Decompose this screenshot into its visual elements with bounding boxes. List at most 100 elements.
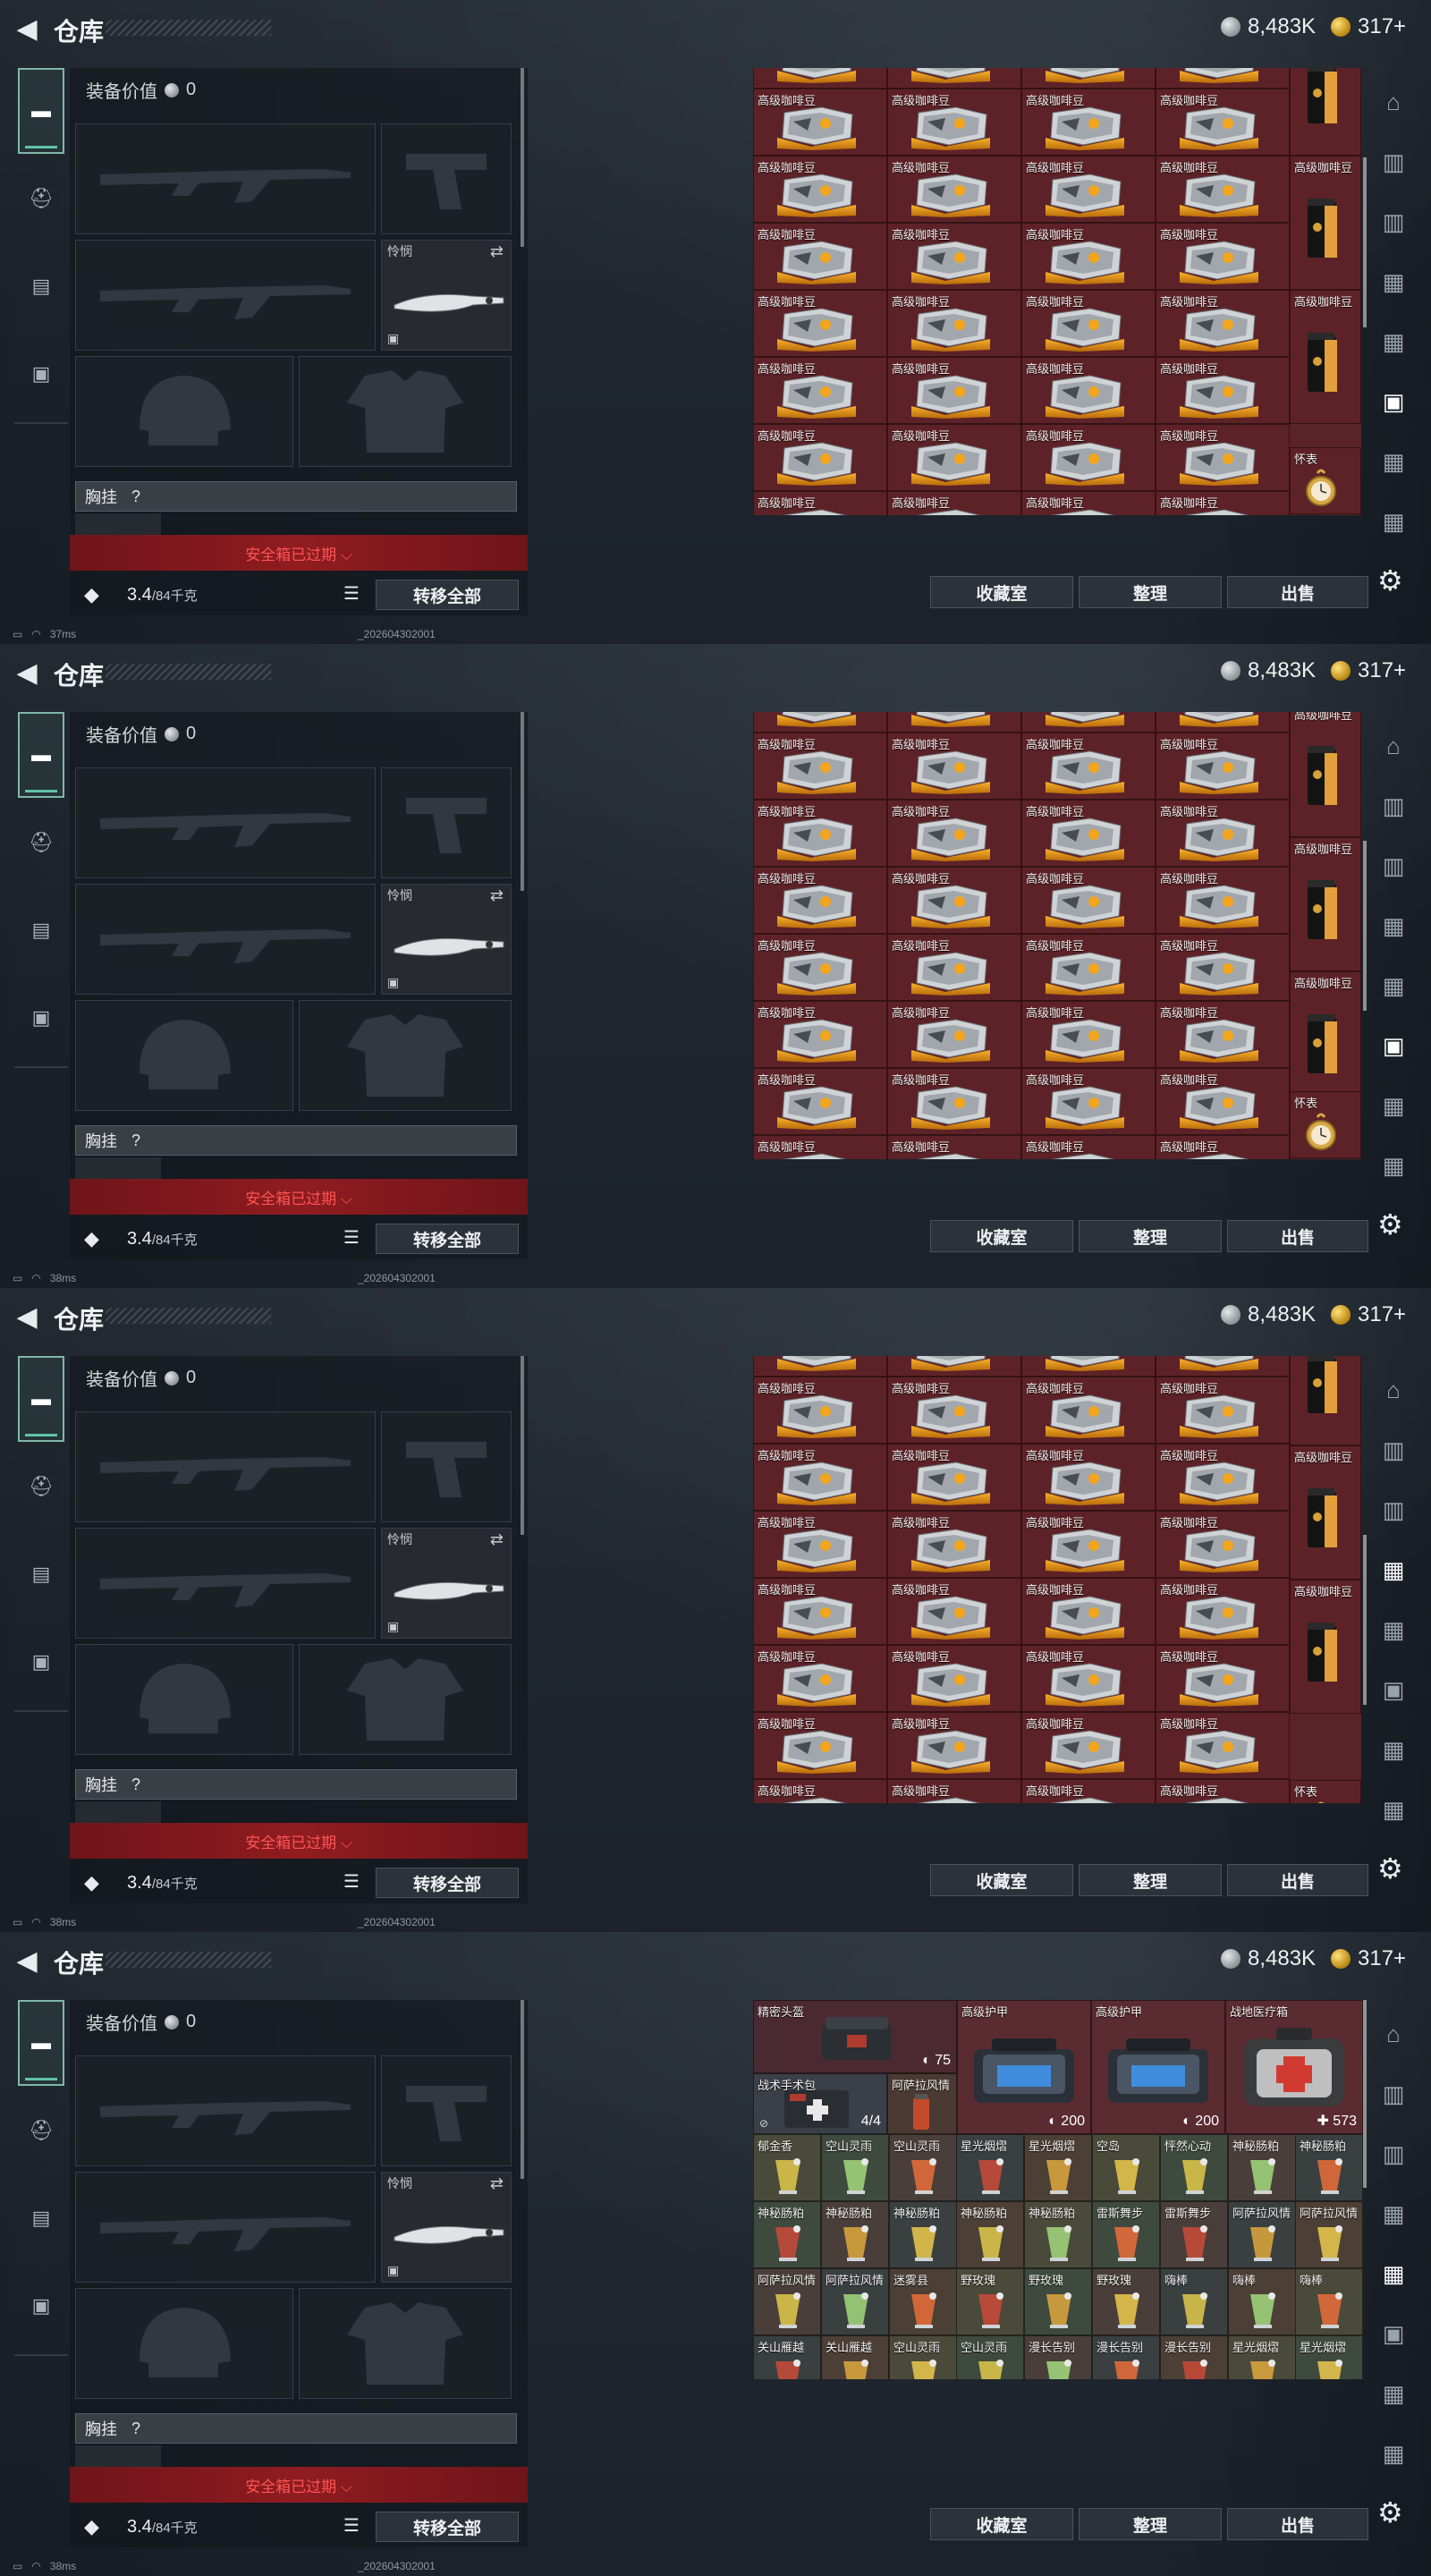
sell-button[interactable]: 出售	[1227, 1864, 1368, 1896]
stash-page-5-icon[interactable]: ▣	[1376, 1028, 1411, 1063]
stash-item[interactable]: 高级咖啡豆	[1021, 733, 1156, 800]
stash-item[interactable]: 雷斯舞步	[1160, 2201, 1228, 2268]
stash-item[interactable]: 空山灵雨	[956, 2335, 1024, 2379]
safe-box-expired-banner[interactable]: 安全箱已过期 ⌵	[70, 1823, 528, 1859]
stash-item[interactable]: 高级咖啡豆	[1156, 1444, 1290, 1511]
stash-item[interactable]: 高级咖啡豆	[753, 800, 887, 867]
rail-tab-helmet[interactable]: ⛑	[18, 156, 64, 242]
helmet-slot[interactable]	[75, 1000, 293, 1111]
stash-item[interactable]: 高级咖啡豆	[887, 424, 1021, 491]
stash-item[interactable]: 星光烟熠	[956, 2134, 1024, 2201]
stash-item[interactable]: 高级咖啡豆	[1156, 1779, 1290, 1803]
stash-item[interactable]: 神秘肠粕	[821, 2201, 889, 2268]
stash-item[interactable]: 高级咖啡豆	[753, 934, 887, 1001]
silver-currency[interactable]: 8,483K	[1221, 14, 1316, 39]
stash-item[interactable]: 阿萨拉风情	[1295, 2201, 1363, 2268]
stash-item[interactable]: 高级咖啡豆	[887, 934, 1021, 1001]
stash-item[interactable]: 神秘肠粕	[889, 2201, 957, 2268]
settings-gear-icon[interactable]: ⚙	[1377, 1852, 1403, 1885]
secondary-weapon-slot[interactable]	[75, 240, 376, 351]
stash-item[interactable]: 高级咖啡豆	[1021, 491, 1156, 515]
collection-room-button[interactable]: 收藏室	[930, 2508, 1073, 2540]
rail-tab-gun[interactable]: ▬	[18, 2000, 64, 2086]
chest-rig-slot[interactable]: 胸挂?	[75, 2413, 517, 2444]
home-icon[interactable]: ⌂	[1376, 728, 1411, 764]
stash-item[interactable]: 高级咖啡豆	[1021, 68, 1156, 89]
stash-item[interactable]: 高级咖啡豆	[887, 1578, 1021, 1645]
collection-room-button[interactable]: 收藏室	[930, 1864, 1073, 1896]
sort-button[interactable]: 整理	[1079, 2508, 1222, 2540]
stash-item[interactable]: 高级咖啡豆	[1021, 1377, 1156, 1444]
stash-item[interactable]: 关山雁越	[753, 2335, 821, 2379]
swap-icon[interactable]: ⇄	[490, 1530, 504, 1549]
chest-rig-slot[interactable]: 胸挂?	[75, 1125, 517, 1156]
back-arrow-icon[interactable]: ◀	[13, 658, 41, 688]
stash-item[interactable]: 嗨棒	[1160, 2268, 1228, 2335]
helmet-slot[interactable]	[75, 2288, 293, 2399]
stash-item[interactable]: 高级咖啡豆	[753, 1135, 887, 1159]
primary-weapon-slot[interactable]	[75, 1411, 376, 1522]
stash-item[interactable]: 星光烟熠	[1228, 2335, 1296, 2379]
stash-item[interactable]: 高级咖啡豆	[1156, 491, 1290, 515]
pistol-slot[interactable]	[381, 1411, 512, 1522]
home-icon[interactable]: ⌂	[1376, 84, 1411, 120]
gold-currency[interactable]: 317+	[1331, 1946, 1406, 1971]
stash-item[interactable]: 神秘肠粕	[956, 2201, 1024, 2268]
back-arrow-icon[interactable]: ◀	[13, 14, 41, 44]
list-icon[interactable]: ☰	[340, 581, 363, 605]
stash-item[interactable]: 高级咖啡豆	[753, 223, 887, 290]
pistol-slot[interactable]	[381, 123, 512, 234]
stash-item[interactable]: 高级咖啡豆	[1156, 424, 1290, 491]
stash-item[interactable]: 阿萨拉风情	[887, 2073, 957, 2134]
stash-page-2-icon[interactable]: ▥	[1376, 1492, 1411, 1528]
stash-item[interactable]: 高级咖啡豆	[753, 1511, 887, 1578]
stash-item[interactable]: 高级咖啡豆	[1021, 1779, 1156, 1803]
rail-tab-clipboard[interactable]: ▤	[18, 1531, 64, 1617]
stash-item[interactable]: 战术手术包 4/4 ⊘	[753, 2073, 887, 2134]
rail-tab-clipboard[interactable]: ▤	[18, 243, 64, 329]
stash-page-3-icon[interactable]: ▦	[1376, 908, 1411, 944]
stash-item[interactable]: 高级咖啡豆	[1290, 971, 1361, 1106]
stash-page-7-icon[interactable]: ▦	[1376, 1792, 1411, 1827]
gold-currency[interactable]: 317+	[1331, 14, 1406, 39]
stash-item[interactable]: 高级咖啡豆	[887, 357, 1021, 424]
stash-item[interactable]: 高级咖啡豆	[753, 1068, 887, 1135]
stash-item[interactable]: 高级咖啡豆	[1156, 357, 1290, 424]
sort-button[interactable]: 整理	[1079, 1220, 1222, 1252]
collection-room-button[interactable]: 收藏室	[930, 1220, 1073, 1252]
stash-page-2-icon[interactable]: ▥	[1376, 2136, 1411, 2172]
stash-item[interactable]: 高级咖啡豆	[1021, 89, 1156, 156]
stash-item[interactable]: 阿萨拉风情	[753, 2268, 821, 2335]
stash-item[interactable]: 星光烟熠	[1024, 2134, 1092, 2201]
armor-slot[interactable]	[299, 356, 512, 467]
stash-item[interactable]: 嗨棒	[1295, 2268, 1363, 2335]
stash-item[interactable]: 高级咖啡豆	[1290, 1445, 1361, 1580]
rail-tab-gun[interactable]: ▬	[18, 1356, 64, 1442]
stash-item[interactable]: 漫长告别	[1092, 2335, 1160, 2379]
primary-weapon-slot[interactable]	[75, 123, 376, 234]
equipment-scrollbar[interactable]	[521, 2000, 524, 2179]
stash-scrollbar[interactable]	[1363, 841, 1367, 1011]
settings-gear-icon[interactable]: ⚙	[1377, 1208, 1403, 1241]
stash-item[interactable]: 高级咖啡豆	[1021, 1511, 1156, 1578]
stash-item[interactable]: 高级咖啡豆	[1156, 1356, 1290, 1377]
stash-page-6-icon[interactable]: ▦	[1376, 1088, 1411, 1123]
stash-item[interactable]: 高级咖啡豆	[1156, 89, 1290, 156]
stash-item[interactable]: 高级咖啡豆	[753, 89, 887, 156]
stash-item[interactable]: 高级咖啡豆	[1021, 1712, 1156, 1779]
stash-item[interactable]: 高级咖啡豆	[1156, 223, 1290, 290]
stash-page-2-icon[interactable]: ▥	[1376, 204, 1411, 240]
stash-item[interactable]: 高级咖啡豆	[887, 1068, 1021, 1135]
stash-item[interactable]: 高级咖啡豆	[887, 1712, 1021, 1779]
stash-item[interactable]: 高级咖啡豆	[1021, 712, 1156, 733]
stash-page-1-icon[interactable]: ▥	[1376, 144, 1411, 180]
rail-tab-clipboard[interactable]: ▤	[18, 887, 64, 973]
stash-item[interactable]: 高级咖啡豆	[1156, 712, 1290, 733]
stash-item[interactable]: 高级咖啡豆	[1156, 1068, 1290, 1135]
stash-item[interactable]: 高级咖啡豆	[887, 800, 1021, 867]
helmet-slot[interactable]	[75, 1644, 293, 1755]
stash-item[interactable]: 高级咖啡豆	[753, 867, 887, 934]
stash-item[interactable]: 高级咖啡豆	[1290, 1356, 1361, 1445]
stash-item[interactable]: 高级咖啡豆	[753, 290, 887, 357]
silver-currency[interactable]: 8,483K	[1221, 1946, 1316, 1971]
